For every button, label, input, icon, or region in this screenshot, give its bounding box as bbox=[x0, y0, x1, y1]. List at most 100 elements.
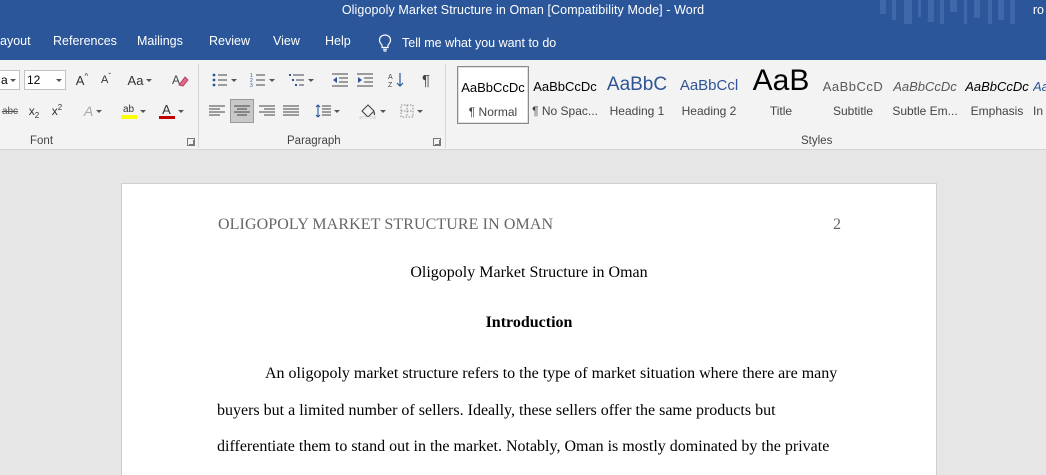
decrease-indent-icon bbox=[332, 73, 348, 87]
paragraph-line: An oligopoly market structure refers to … bbox=[265, 365, 838, 382]
style-name: In bbox=[1033, 104, 1044, 118]
shading-button[interactable] bbox=[354, 101, 390, 121]
bullets-button[interactable] bbox=[207, 70, 241, 90]
style-title[interactable]: AaB Title bbox=[745, 66, 817, 124]
font-color-bar bbox=[158, 116, 175, 119]
title-bar-decoration bbox=[880, 0, 1015, 24]
tab-layout[interactable]: ayout bbox=[0, 34, 31, 48]
justify-button[interactable] bbox=[281, 101, 301, 121]
style-sample: AaBbCcDc bbox=[893, 79, 957, 94]
style-sample: AaBbCcDc bbox=[1033, 79, 1046, 94]
align-center-button[interactable] bbox=[230, 99, 254, 123]
increase-indent-button[interactable] bbox=[355, 70, 375, 90]
change-case-button[interactable]: Aa bbox=[124, 70, 156, 90]
style-name: Heading 1 bbox=[609, 104, 665, 118]
superscript-button[interactable]: x2 bbox=[48, 101, 66, 121]
tab-review[interactable]: Review bbox=[209, 34, 250, 48]
tell-me-search[interactable]: Tell me what you want to do bbox=[378, 33, 556, 53]
style-normal[interactable]: AaBbCcDc ¶ Normal bbox=[457, 66, 529, 124]
chevron-down-icon bbox=[146, 78, 153, 82]
style-sample: AaBbC bbox=[606, 74, 668, 95]
chevron-down-icon bbox=[379, 109, 386, 113]
shrink-font-button[interactable]: Aˇ bbox=[96, 70, 116, 90]
style-sample: AaBbCcD bbox=[822, 79, 884, 94]
style-sample: AaBbCcDc bbox=[533, 79, 597, 94]
tab-view[interactable]: View bbox=[273, 34, 300, 48]
line-spacing-button[interactable] bbox=[310, 101, 344, 121]
decrease-indent-button[interactable] bbox=[330, 70, 350, 90]
tab-mailings[interactable]: Mailings bbox=[137, 34, 183, 48]
text-effects-button[interactable]: A bbox=[78, 101, 108, 121]
tab-help[interactable]: Help bbox=[325, 34, 351, 48]
strikethrough-button[interactable]: abc bbox=[0, 101, 20, 121]
word-window: Oligopoly Market Structure in Oman [Comp… bbox=[0, 0, 1046, 475]
numbering-icon: 123 bbox=[250, 73, 265, 87]
subscript-mark: 2 bbox=[34, 110, 40, 120]
highlight-color-bar bbox=[120, 114, 137, 119]
line-spacing-icon bbox=[315, 104, 331, 118]
chevron-down-icon bbox=[177, 109, 184, 113]
align-left-icon bbox=[209, 105, 225, 116]
style-intense-emphasis[interactable]: AaBbCcDc In bbox=[1033, 66, 1046, 124]
style-heading-1[interactable]: AaBbC Heading 1 bbox=[601, 66, 673, 124]
clear-formatting-button[interactable]: A bbox=[170, 70, 190, 90]
style-sample: AaB bbox=[752, 66, 810, 97]
document-canvas: OLIGOPOLY MARKET STRUCTURE IN OMAN 2 Oli… bbox=[0, 151, 1046, 475]
grow-font-button[interactable]: A ^ bbox=[72, 70, 92, 90]
sort-button[interactable]: AZ bbox=[386, 70, 406, 90]
style-name: Heading 2 bbox=[681, 104, 737, 118]
chevron-down-icon bbox=[333, 109, 340, 113]
styles-gallery: AaBbCcDc ¶ Normal AaBbCcDc ¶ No Spac... … bbox=[455, 66, 1046, 124]
ribbon-tabs: ayout References Mailings Review View He… bbox=[0, 24, 1046, 60]
sort-icon: AZ bbox=[388, 73, 404, 88]
lightbulb-icon bbox=[378, 34, 392, 52]
font-name-value: a bbox=[1, 73, 8, 87]
change-case-glyph: Aa bbox=[127, 72, 144, 88]
tab-references[interactable]: References bbox=[53, 34, 117, 48]
group-divider bbox=[198, 64, 199, 148]
numbering-button[interactable]: 123 bbox=[245, 70, 279, 90]
multilevel-list-icon bbox=[288, 74, 304, 86]
style-emphasis[interactable]: AaBbCcDc Emphasis bbox=[961, 66, 1033, 124]
paragraph-dialog-launcher-icon[interactable] bbox=[433, 138, 441, 146]
bullets-icon bbox=[212, 73, 227, 87]
font-group-label: Font bbox=[30, 135, 54, 147]
chevron-down-icon bbox=[96, 109, 103, 113]
show-formatting-marks-button[interactable]: ¶ bbox=[416, 70, 436, 90]
multilevel-list-button[interactable] bbox=[284, 70, 318, 90]
running-header: OLIGOPOLY MARKET STRUCTURE IN OMAN bbox=[218, 216, 554, 233]
document-page[interactable]: OLIGOPOLY MARKET STRUCTURE IN OMAN 2 Oli… bbox=[122, 184, 936, 475]
style-name: Emphasis bbox=[970, 104, 1024, 118]
chevron-down-icon bbox=[56, 79, 62, 82]
style-no-spacing[interactable]: AaBbCcDc ¶ No Spac... bbox=[529, 66, 601, 124]
highlight-icon: ab bbox=[120, 103, 137, 119]
pilcrow-icon: ¶ bbox=[421, 71, 431, 89]
subscript-button[interactable]: x2 bbox=[25, 101, 43, 121]
style-sample: AaBbCcDc bbox=[461, 80, 525, 95]
text-effects-glyph: A bbox=[83, 103, 94, 119]
chevron-down-icon bbox=[230, 78, 237, 82]
font-size-box[interactable]: 12 bbox=[24, 70, 66, 90]
user-account[interactable]: ro bbox=[1033, 3, 1044, 17]
paragraph-line: differentiate them to stand out in the m… bbox=[217, 438, 830, 455]
chevron-down-icon bbox=[307, 78, 314, 82]
borders-button[interactable] bbox=[394, 101, 428, 121]
font-color-glyph: A bbox=[162, 102, 171, 117]
style-subtle-emphasis[interactable]: AaBbCcDc Subtle Em... bbox=[889, 66, 961, 124]
font-color-button[interactable]: A bbox=[154, 101, 188, 121]
align-center-icon bbox=[234, 105, 250, 116]
chevron-down-icon bbox=[139, 109, 146, 113]
text-highlight-button[interactable]: ab bbox=[116, 101, 150, 121]
style-sample: AaBbCcl bbox=[679, 77, 739, 94]
paragraph-line: buyers but a limited number of sellers. … bbox=[217, 402, 776, 419]
font-dialog-launcher-icon[interactable] bbox=[187, 138, 195, 146]
paint-bucket-icon bbox=[359, 104, 375, 119]
svg-text:A: A bbox=[388, 74, 393, 81]
style-heading-2[interactable]: AaBbCcl Heading 2 bbox=[673, 66, 745, 124]
align-right-button[interactable] bbox=[257, 101, 277, 121]
ribbon-home: a 12 A ^ Aˇ Aa A abc x2 x2 A ab A Font 1… bbox=[0, 60, 1046, 150]
highlight-glyph: ab bbox=[122, 103, 135, 115]
font-name-box[interactable]: a bbox=[0, 70, 20, 90]
style-subtitle[interactable]: AaBbCcD Subtitle bbox=[817, 66, 889, 124]
align-left-button[interactable] bbox=[207, 101, 227, 121]
